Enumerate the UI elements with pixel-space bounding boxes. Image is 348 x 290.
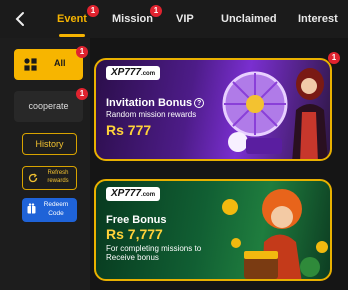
category-cooperate-badge: 1 — [76, 88, 88, 100]
promo-title: Invitation Bonus? — [106, 97, 205, 109]
tab-event-badge: 1 — [87, 5, 99, 17]
info-icon[interactable]: ? — [194, 98, 205, 108]
free-bonus-banner[interactable]: XP777.com Free Bonus Rs 7,777 For comple… — [94, 179, 332, 281]
tab-mission[interactable]: Mission — [112, 13, 153, 25]
promo-subtitle: For completing missions to Receive bonus — [106, 244, 202, 262]
category-all-badge: 1 — [76, 46, 88, 58]
tab-vip[interactable]: VIP — [176, 13, 194, 25]
tab-interest[interactable]: Interest — [298, 13, 338, 25]
active-tab-indicator — [59, 34, 85, 37]
gift-icon — [27, 203, 36, 214]
top-tab-bar: Event 1 Mission 1 VIP Unclaimed Interest — [0, 0, 348, 38]
promo-amount: Rs 7,777 — [106, 226, 163, 242]
tab-mission-badge: 1 — [150, 5, 162, 17]
invitation-bonus-badge: 1 — [328, 52, 340, 64]
refresh-icon — [28, 173, 38, 183]
category-all-button[interactable]: All — [14, 49, 83, 80]
prize-wheel-icon — [222, 71, 288, 154]
promo-amount: Rs 777 — [106, 122, 152, 138]
category-cooperate-label: cooperate — [28, 101, 69, 111]
grid-icon — [24, 58, 37, 71]
refresh-rewards-button[interactable]: Refresh rewards — [22, 166, 77, 190]
refresh-rewards-label: Refresh rewards — [47, 170, 69, 184]
sidebar: All 1 cooperate 1 History Refresh reward… — [0, 38, 90, 290]
treasure-character-illustration — [222, 189, 328, 279]
promo-title: Free Bonus — [106, 214, 167, 226]
redeem-code-button[interactable]: Redeem Code — [22, 198, 77, 222]
history-button[interactable]: History — [22, 133, 77, 155]
invitation-bonus-banner[interactable]: XP777.com Invitation Bonus? Random missi… — [94, 58, 332, 161]
character-illustration — [292, 68, 328, 159]
tab-unclaimed[interactable]: Unclaimed — [221, 13, 277, 25]
brand-logo: XP777.com — [106, 66, 161, 80]
brand-logo: XP777.com — [106, 187, 161, 201]
category-all-label: All — [54, 58, 66, 68]
back-arrow-icon[interactable] — [12, 10, 30, 28]
redeem-code-label: Redeem Code — [43, 201, 69, 217]
promo-subtitle: Random mission rewards — [106, 110, 197, 119]
tab-event[interactable]: Event — [57, 13, 87, 25]
history-label: History — [35, 139, 64, 149]
category-cooperate-button[interactable]: cooperate — [14, 91, 83, 122]
